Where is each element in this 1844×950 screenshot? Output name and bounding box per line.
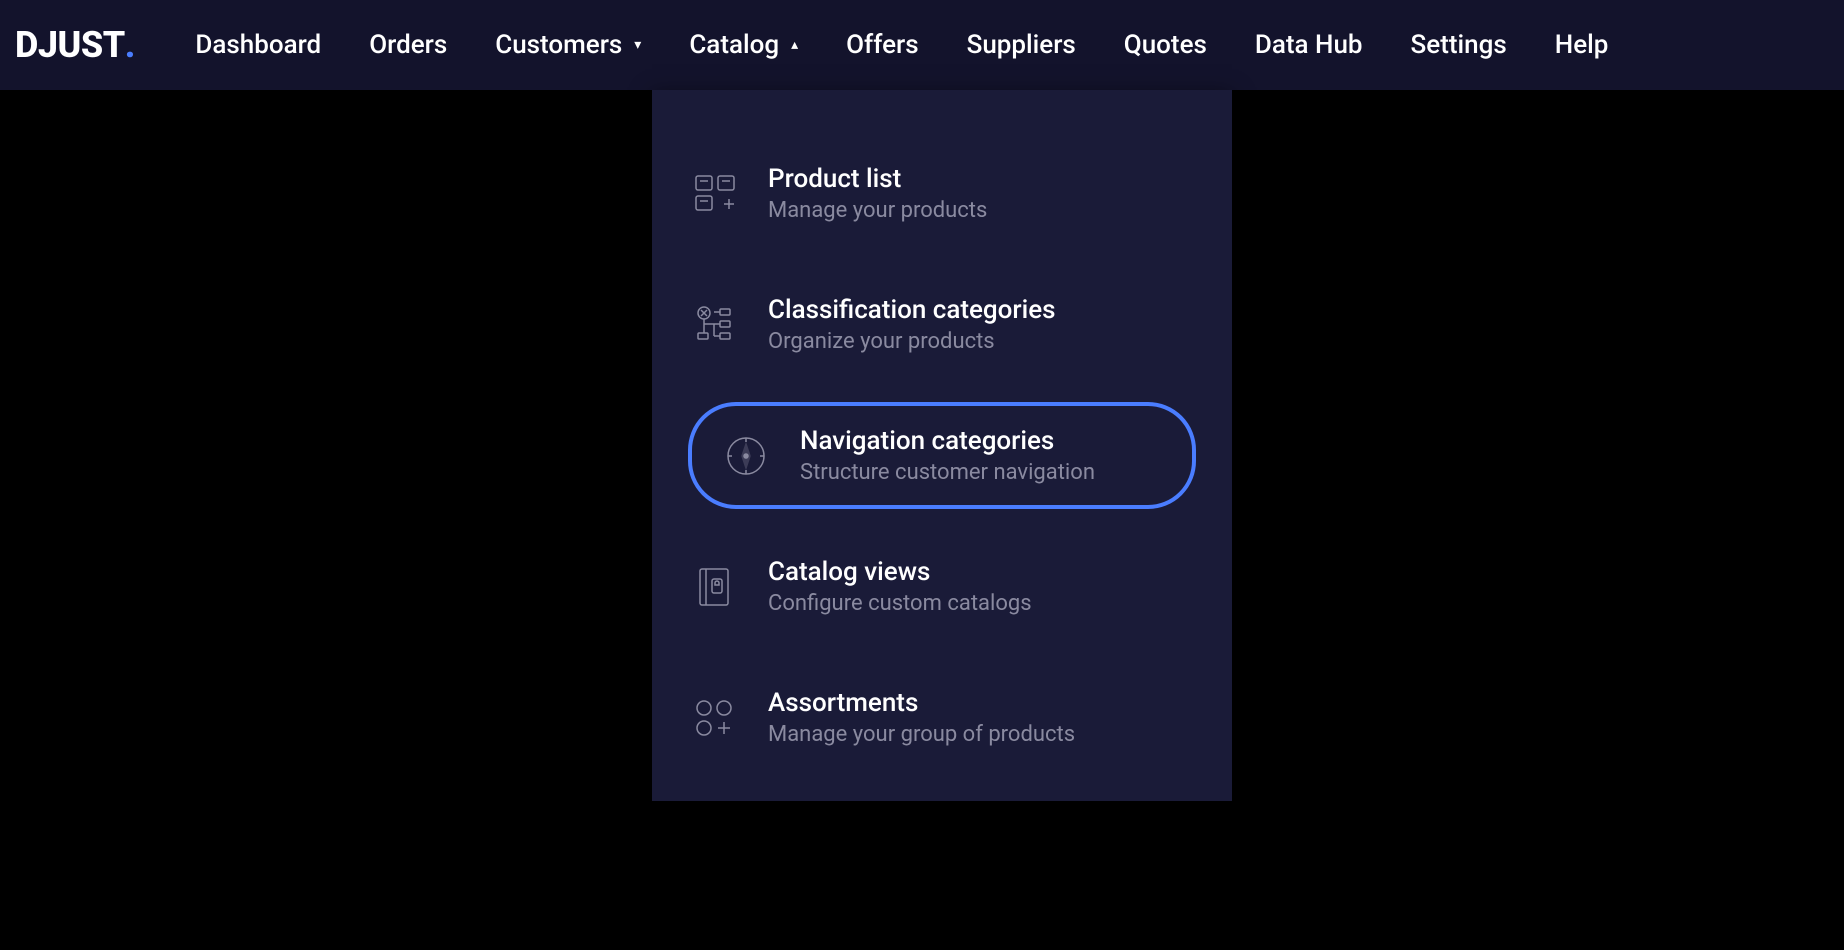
- menu-subtitle: Organize your products: [768, 329, 1056, 354]
- top-navigation: DJUST . Dashboard Orders Customers ▾ Cat…: [0, 0, 1844, 90]
- menu-title: Classification categories: [768, 295, 1056, 325]
- logo-accent: .: [125, 24, 136, 66]
- assortments-icon: [688, 692, 740, 744]
- menu-text: Product list Manage your products: [768, 164, 987, 223]
- menu-product-list[interactable]: Product list Manage your products: [652, 140, 1232, 247]
- chevron-down-icon: ▾: [634, 37, 641, 53]
- menu-text: Classification categories Organize your …: [768, 295, 1056, 354]
- menu-text: Navigation categories Structure customer…: [800, 426, 1095, 485]
- menu-subtitle: Manage your products: [768, 198, 987, 223]
- nav-items-container: Dashboard Orders Customers ▾ Catalog ▴ O…: [195, 30, 1608, 60]
- logo-text: DJUST: [15, 24, 125, 66]
- nav-customers[interactable]: Customers ▾: [495, 30, 641, 60]
- menu-catalog-views[interactable]: Catalog views Configure custom catalogs: [652, 533, 1232, 640]
- nav-dashboard[interactable]: Dashboard: [195, 30, 321, 60]
- catalog-views-icon: [688, 561, 740, 613]
- menu-assortments[interactable]: Assortments Manage your group of product…: [652, 664, 1232, 771]
- nav-quotes[interactable]: Quotes: [1124, 30, 1207, 60]
- menu-title: Assortments: [768, 688, 1075, 718]
- nav-suppliers[interactable]: Suppliers: [967, 30, 1076, 60]
- menu-text: Assortments Manage your group of product…: [768, 688, 1075, 747]
- menu-title: Navigation categories: [800, 426, 1095, 456]
- nav-offers[interactable]: Offers: [846, 30, 918, 60]
- menu-subtitle: Manage your group of products: [768, 722, 1075, 747]
- nav-orders[interactable]: Orders: [369, 30, 447, 60]
- classification-icon: [688, 299, 740, 351]
- product-list-icon: [688, 168, 740, 220]
- menu-navigation-categories[interactable]: Navigation categories Structure customer…: [688, 402, 1196, 509]
- logo[interactable]: DJUST .: [15, 24, 135, 66]
- menu-text: Catalog views Configure custom catalogs: [768, 557, 1032, 616]
- menu-title: Product list: [768, 164, 987, 194]
- chevron-up-icon: ▴: [791, 37, 798, 53]
- menu-subtitle: Structure customer navigation: [800, 460, 1095, 485]
- menu-classification-categories[interactable]: Classification categories Organize your …: [652, 271, 1232, 378]
- nav-settings[interactable]: Settings: [1411, 30, 1507, 60]
- nav-data-hub[interactable]: Data Hub: [1255, 30, 1363, 60]
- nav-catalog[interactable]: Catalog ▴: [689, 30, 798, 60]
- nav-help[interactable]: Help: [1555, 30, 1609, 60]
- compass-icon: [720, 430, 772, 482]
- menu-subtitle: Configure custom catalogs: [768, 591, 1032, 616]
- catalog-dropdown-menu: Product list Manage your products Classi…: [652, 90, 1232, 801]
- menu-title: Catalog views: [768, 557, 1032, 587]
